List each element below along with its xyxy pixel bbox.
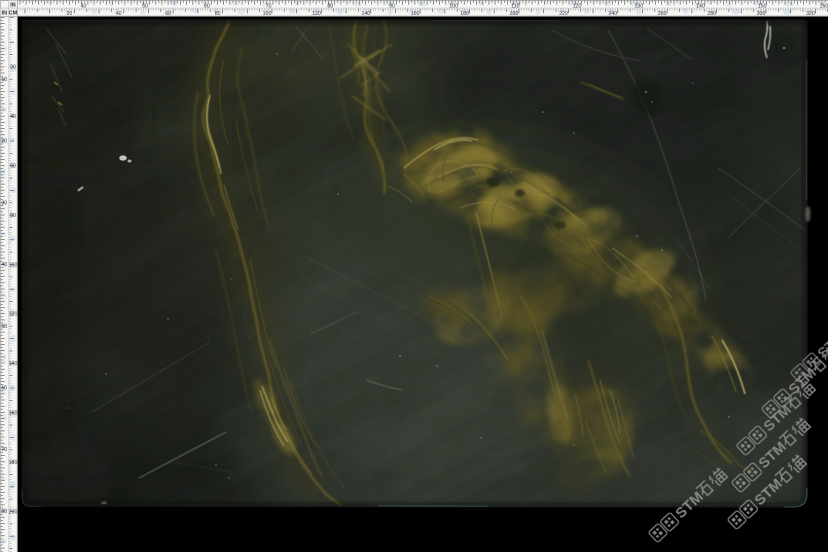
svg-text:10: 10 (1, 77, 7, 83)
svg-text:260: 260 (658, 11, 667, 17)
svg-text:120: 120 (573, 3, 582, 9)
svg-text:80: 80 (10, 213, 16, 219)
svg-text:60: 60 (204, 3, 210, 9)
svg-text:60: 60 (165, 11, 171, 17)
svg-text:320: 320 (806, 11, 815, 17)
svg-text:180: 180 (9, 460, 18, 466)
svg-text:70: 70 (1, 447, 7, 453)
svg-text:90: 90 (389, 3, 395, 9)
svg-text:CM: CM (9, 10, 18, 16)
svg-text:120: 120 (9, 312, 18, 318)
svg-text:300: 300 (757, 11, 766, 17)
svg-text:110: 110 (511, 3, 519, 9)
svg-text:160: 160 (411, 11, 420, 17)
svg-text:60: 60 (1, 386, 7, 392)
svg-text:40: 40 (1, 262, 7, 268)
svg-text:280: 280 (707, 11, 716, 17)
svg-text:200: 200 (510, 11, 519, 17)
svg-text:30: 30 (1, 200, 7, 206)
svg-text:20: 20 (67, 11, 73, 17)
svg-text:40: 40 (81, 3, 87, 9)
svg-text:80: 80 (215, 11, 221, 17)
svg-text:150: 150 (758, 3, 767, 9)
svg-text:50: 50 (142, 3, 148, 9)
svg-text:40: 40 (116, 11, 122, 17)
svg-text:160: 160 (820, 3, 828, 9)
svg-text:160: 160 (9, 411, 18, 417)
svg-text:120: 120 (312, 11, 321, 17)
svg-text:70: 70 (266, 3, 272, 9)
svg-text:80: 80 (1, 509, 7, 515)
svg-text:20: 20 (1, 139, 7, 145)
svg-text:140: 140 (696, 3, 705, 9)
svg-text:240: 240 (608, 11, 617, 17)
svg-text:140: 140 (361, 11, 370, 17)
svg-text:100: 100 (9, 262, 18, 268)
svg-text:220: 220 (559, 11, 568, 17)
svg-text:200: 200 (9, 509, 18, 515)
svg-text:80: 80 (327, 3, 333, 9)
svg-text:IN: IN (10, 2, 15, 8)
svg-text:50: 50 (1, 324, 7, 330)
svg-text:60: 60 (10, 164, 16, 170)
svg-text:20: 20 (10, 65, 16, 71)
svg-text:IN: IN (2, 10, 7, 16)
svg-text:180: 180 (460, 11, 469, 17)
svg-text:140: 140 (9, 361, 18, 367)
svg-text:100: 100 (449, 3, 458, 9)
svg-text:130: 130 (634, 3, 643, 9)
svg-text:100: 100 (263, 11, 272, 17)
svg-text:40: 40 (10, 114, 16, 120)
